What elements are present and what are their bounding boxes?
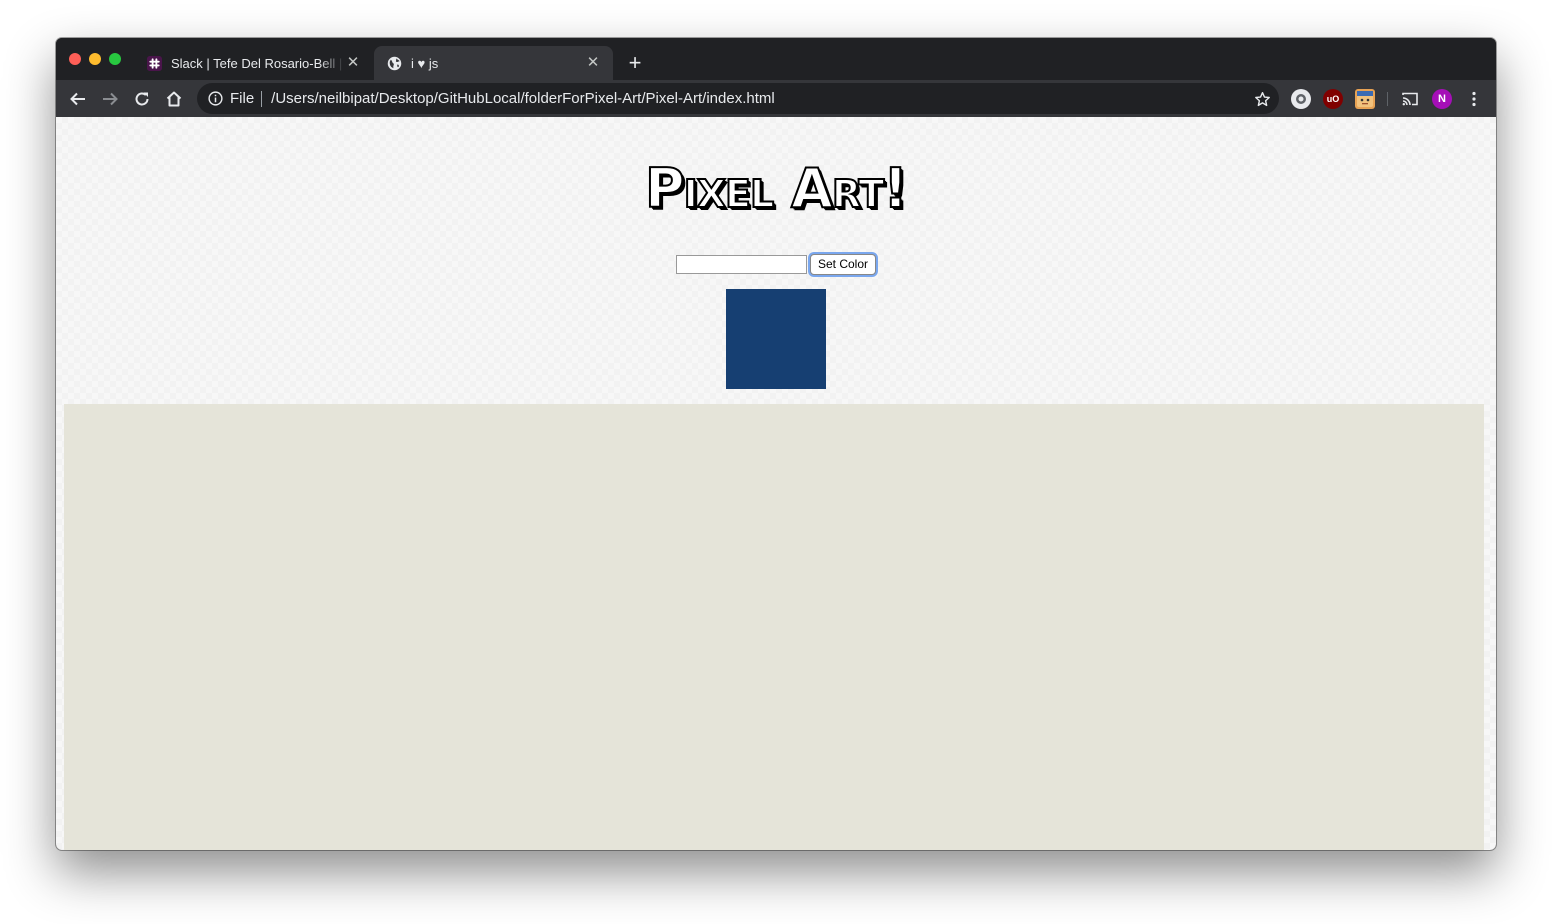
page-content: Pixel Art! Set Color xyxy=(56,117,1496,850)
home-icon[interactable] xyxy=(162,87,186,111)
browser-toolbar: File /Users/neilbipat/Desktop/GitHubLoca… xyxy=(56,80,1496,117)
browser-window: Slack | Tefe Del Rosario-Bell | Github ✕… xyxy=(56,38,1496,850)
profile-avatar[interactable]: N xyxy=(1432,89,1452,109)
menu-kebab-icon[interactable] xyxy=(1462,87,1486,111)
brush-color-swatch xyxy=(726,289,826,389)
cast-icon[interactable] xyxy=(1398,87,1422,111)
face-extension-icon[interactable] xyxy=(1355,89,1375,109)
slack-icon xyxy=(146,55,162,71)
color-controls: Set Color xyxy=(676,253,877,275)
toolbar-divider xyxy=(1387,92,1388,106)
ublock-origin-icon[interactable]: uO xyxy=(1323,89,1343,109)
tab-slack[interactable]: Slack | Tefe Del Rosario-Bell | Github ✕ xyxy=(134,46,373,80)
tab-strip: Slack | Tefe Del Rosario-Bell | Github ✕… xyxy=(56,38,1496,80)
back-arrow-icon[interactable] xyxy=(66,87,90,111)
forward-arrow-icon[interactable] xyxy=(98,87,122,111)
close-window-button[interactable] xyxy=(69,53,81,65)
tab-title: i ♥ js xyxy=(411,55,439,71)
new-tab-plus-icon[interactable]: + xyxy=(624,52,646,74)
pixel-canvas[interactable] xyxy=(64,404,1484,850)
close-tab-icon[interactable]: ✕ xyxy=(345,55,361,71)
set-color-button[interactable]: Set Color xyxy=(810,253,877,275)
address-bar[interactable]: File /Users/neilbipat/Desktop/GitHubLoca… xyxy=(197,83,1279,114)
page-title: Pixel Art! xyxy=(644,156,909,221)
extension-circle-icon[interactable] xyxy=(1291,89,1311,109)
maximize-window-button[interactable] xyxy=(109,53,121,65)
omnibox-divider xyxy=(261,90,263,107)
url-text[interactable]: /Users/neilbipat/Desktop/GitHubLocal/fol… xyxy=(271,90,775,107)
scheme-label: File xyxy=(230,90,255,107)
bookmark-star-icon[interactable] xyxy=(1253,90,1271,108)
info-icon[interactable] xyxy=(207,91,223,107)
minimize-window-button[interactable] xyxy=(89,53,101,65)
close-tab-icon[interactable]: ✕ xyxy=(585,55,601,71)
tab-pixel-art[interactable]: i ♥ js ✕ xyxy=(374,46,613,80)
reload-icon[interactable] xyxy=(130,87,154,111)
tab-title: Slack | Tefe Del Rosario-Bell | Github xyxy=(171,55,345,71)
color-input[interactable] xyxy=(676,254,807,274)
globe-icon xyxy=(386,55,402,71)
